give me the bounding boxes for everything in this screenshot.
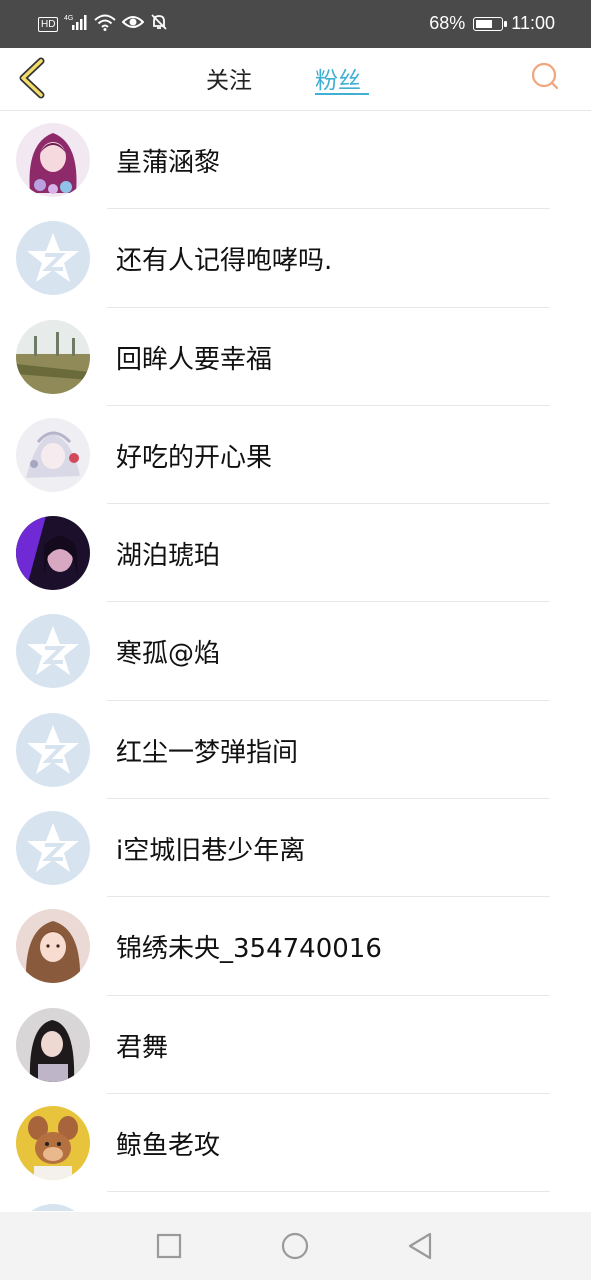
hd-icon: HD: [38, 16, 59, 32]
avatar[interactable]: [16, 811, 90, 886]
fan-name: 还有人记得咆哮吗.: [116, 246, 333, 277]
fan-name: 湖泊琥珀: [116, 541, 221, 572]
avatar[interactable]: [16, 1105, 90, 1180]
search-icon: [531, 62, 559, 90]
battery-level: [476, 19, 493, 28]
list-item[interactable]: i空城旧巷少年离: [0, 799, 591, 898]
list-item[interactable]: 锦绣未央_354740016: [0, 897, 591, 996]
chevron-left-icon: [19, 57, 45, 99]
fan-name: 锦绣未央_354740016: [116, 934, 382, 965]
eye-icon: [122, 14, 145, 34]
tab-fans[interactable]: 粉丝: [315, 61, 361, 95]
fan-name: 寒孤@焰: [116, 639, 221, 670]
recent-apps-icon: [156, 1233, 182, 1259]
list-item[interactable]: 鲸鱼老攻: [0, 1094, 591, 1193]
status-bar: HD 4G 68% 11:00: [0, 0, 591, 48]
list-item[interactable]: 还有人记得咆哮吗.: [0, 209, 591, 308]
avatar[interactable]: [16, 221, 90, 296]
list-item[interactable]: [0, 1192, 591, 1211]
status-time: 11:00: [511, 13, 555, 33]
fans-list: 皇蒲涵黎 还有人记得咆哮吗. 回眸人要幸福 好吃的开心果 湖泊琥珀 寒孤@焰 红…: [0, 111, 591, 1211]
avatar[interactable]: [16, 712, 90, 787]
battery-icon: [473, 16, 508, 31]
avatar[interactable]: [16, 614, 90, 689]
list-item[interactable]: 好吃的开心果: [0, 406, 591, 505]
avatar[interactable]: [16, 417, 90, 492]
top-nav-header: 关注 粉丝: [0, 48, 591, 111]
avatar[interactable]: [16, 516, 90, 591]
avatar[interactable]: [16, 1007, 90, 1082]
list-item[interactable]: 红尘一梦弹指间: [0, 701, 591, 800]
bell-off-icon: [150, 13, 168, 35]
list-item[interactable]: 皇蒲涵黎: [0, 111, 591, 210]
fan-name: 鲸鱼老攻: [116, 1130, 221, 1161]
active-tab-underline: [315, 93, 369, 95]
tab-follow[interactable]: 关注: [206, 61, 252, 95]
fan-name: i空城旧巷少年离: [116, 836, 306, 867]
status-left-icons: HD 4G: [38, 13, 168, 35]
list-item[interactable]: 回眸人要幸福: [0, 308, 591, 406]
home-icon: [281, 1232, 309, 1260]
status-right: 68% 11:00: [429, 13, 555, 34]
avatar[interactable]: [16, 1204, 90, 1211]
list-item[interactable]: 寒孤@焰: [0, 602, 591, 701]
fan-name: 红尘一梦弹指间: [116, 737, 299, 768]
avatar[interactable]: [16, 909, 90, 984]
back-nav-icon: [408, 1232, 432, 1260]
system-nav-bar: [0, 1212, 591, 1280]
avatar[interactable]: [16, 319, 90, 394]
wifi-icon: [94, 13, 117, 35]
signal-4g-icon: 4G: [64, 13, 88, 35]
home-button[interactable]: [281, 1232, 309, 1260]
fan-name: 好吃的开心果: [116, 442, 273, 473]
net-type-label: 4G: [64, 15, 73, 22]
recent-apps-button[interactable]: [155, 1232, 183, 1260]
fan-name: 回眸人要幸福: [116, 344, 273, 375]
avatar[interactable]: [16, 123, 90, 197]
search-button[interactable]: [530, 61, 560, 91]
fan-name: 皇蒲涵黎: [116, 148, 221, 178]
list-item[interactable]: 君舞: [0, 996, 591, 1094]
fan-name: 君舞: [116, 1032, 169, 1063]
battery-percent: 68%: [429, 13, 466, 33]
list-item[interactable]: 湖泊琥珀: [0, 504, 591, 603]
back-button[interactable]: [14, 56, 50, 100]
back-nav-button[interactable]: [406, 1232, 434, 1260]
